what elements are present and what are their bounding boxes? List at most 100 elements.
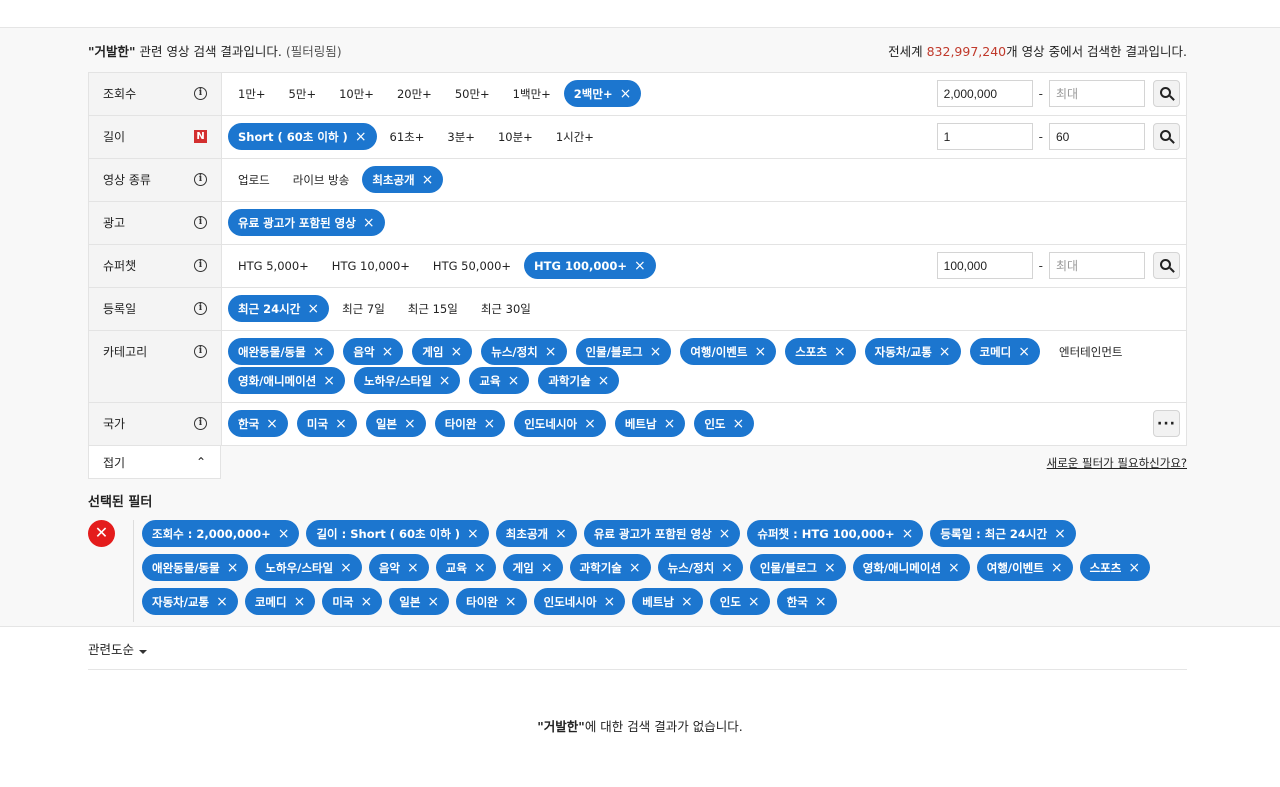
close-icon[interactable]: ×: [439, 374, 451, 388]
filter-chip[interactable]: 최초공개 ×: [495, 520, 577, 547]
filter-chip[interactable]: 교육 ×: [469, 367, 530, 394]
filter-option[interactable]: 1시간+: [546, 123, 604, 150]
filter-option[interactable]: 20만+: [387, 80, 442, 107]
filter-option[interactable]: 3분+: [437, 123, 485, 150]
filter-chip[interactable]: 일본 ×: [389, 588, 450, 615]
close-icon[interactable]: ×: [721, 561, 733, 575]
filter-chip[interactable]: 코메디 ×: [969, 338, 1040, 365]
close-icon[interactable]: ×: [541, 561, 553, 575]
filter-chip[interactable]: 타이완 ×: [434, 410, 506, 437]
close-icon[interactable]: ×: [555, 527, 567, 541]
close-icon[interactable]: ×: [1128, 561, 1140, 575]
filter-chip[interactable]: 인도네시아 ×: [533, 588, 626, 615]
close-icon[interactable]: ×: [355, 130, 367, 144]
close-icon[interactable]: ×: [422, 173, 434, 187]
info-icon[interactable]: i: [194, 302, 207, 315]
close-icon[interactable]: ×: [216, 595, 228, 609]
filter-chip[interactable]: 여행/이벤트 ×: [976, 554, 1073, 581]
sort-dropdown[interactable]: 관련도순: [88, 639, 148, 658]
collapse-button[interactable]: 접기 ⌃: [88, 446, 221, 479]
close-icon[interactable]: ×: [719, 527, 731, 541]
close-icon[interactable]: ×: [815, 595, 827, 609]
close-icon[interactable]: ×: [681, 595, 693, 609]
filter-option[interactable]: 업로드: [228, 166, 280, 193]
close-icon[interactable]: ×: [754, 345, 766, 359]
filter-chip[interactable]: 미국 ×: [296, 410, 357, 437]
filter-chip[interactable]: 게임 ×: [502, 554, 563, 581]
filter-chip[interactable]: 교육 ×: [435, 554, 496, 581]
close-icon[interactable]: ×: [824, 561, 836, 575]
filter-chip[interactable]: 영화/애니메이션 ×: [228, 367, 345, 394]
close-icon[interactable]: ×: [404, 417, 416, 431]
filter-option[interactable]: 61초+: [380, 123, 435, 150]
filter-option[interactable]: HTG 5,000+: [228, 252, 319, 279]
close-icon[interactable]: ×: [939, 345, 951, 359]
filter-chip[interactable]: 인물/블로그 ×: [575, 338, 672, 365]
filter-option[interactable]: 최근 15일: [398, 295, 468, 322]
filter-chip[interactable]: 노하우/스타일 ×: [354, 367, 461, 394]
close-icon[interactable]: ×: [483, 417, 495, 431]
filter-chip[interactable]: 음악 ×: [368, 554, 429, 581]
close-icon[interactable]: ×: [1054, 527, 1066, 541]
filter-option[interactable]: 라이브 방송: [283, 166, 360, 193]
filter-option[interactable]: 50만+: [445, 80, 500, 107]
filter-chip[interactable]: HTG 100,000+ ×: [524, 252, 656, 279]
filter-chip[interactable]: 인도 ×: [709, 588, 770, 615]
filter-chip[interactable]: 베트남 ×: [632, 588, 703, 615]
filter-option[interactable]: 최근 30일: [471, 295, 541, 322]
filter-option[interactable]: HTG 10,000+: [322, 252, 420, 279]
range-max-input[interactable]: [1049, 80, 1145, 107]
close-icon[interactable]: ×: [335, 417, 347, 431]
close-icon[interactable]: ×: [902, 527, 914, 541]
filter-chip[interactable]: 자동차/교통 ×: [864, 338, 961, 365]
filter-chip[interactable]: 길이 : Short ( 60초 이하 ) ×: [306, 520, 489, 547]
close-icon[interactable]: ×: [427, 595, 439, 609]
close-icon[interactable]: ×: [407, 561, 419, 575]
close-icon[interactable]: ×: [604, 595, 616, 609]
close-icon[interactable]: ×: [505, 595, 517, 609]
search-button[interactable]: [1153, 80, 1180, 107]
close-icon[interactable]: ×: [323, 374, 335, 388]
info-icon[interactable]: i: [194, 87, 207, 100]
filter-option[interactable]: 1백만+: [503, 80, 561, 107]
filter-chip[interactable]: 코메디 ×: [244, 588, 316, 615]
more-options-button[interactable]: ···: [1153, 410, 1180, 437]
filter-chip[interactable]: 영화/애니메이션 ×: [852, 554, 970, 581]
search-button[interactable]: [1153, 123, 1180, 150]
filter-option[interactable]: 5만+: [279, 80, 327, 107]
filter-chip[interactable]: 조회수 : 2,000,000+ ×: [142, 520, 300, 547]
filter-chip[interactable]: 한국 ×: [776, 588, 837, 615]
filter-chip[interactable]: 여행/이벤트 ×: [680, 338, 777, 365]
filter-chip[interactable]: 뉴스/정치 ×: [657, 554, 743, 581]
filter-option[interactable]: 1만+: [228, 80, 276, 107]
filter-chip[interactable]: 자동차/교통 ×: [142, 588, 238, 615]
filter-chip[interactable]: 타이완 ×: [456, 588, 527, 615]
close-icon[interactable]: ×: [294, 595, 306, 609]
range-min-input[interactable]: [936, 80, 1033, 107]
filter-chip[interactable]: Short ( 60초 이하 ) ×: [228, 123, 377, 150]
close-icon[interactable]: ×: [664, 417, 676, 431]
info-icon[interactable]: i: [194, 216, 207, 229]
filter-chip[interactable]: 게임 ×: [412, 338, 473, 365]
filter-chip[interactable]: 최초공개 ×: [362, 166, 444, 193]
filter-chip[interactable]: 음악 ×: [343, 338, 404, 365]
close-icon[interactable]: ×: [948, 561, 960, 575]
filter-chip[interactable]: 노하우/스타일 ×: [255, 554, 362, 581]
close-icon[interactable]: ×: [363, 216, 375, 230]
info-icon[interactable]: i: [194, 173, 207, 186]
filter-chip[interactable]: 인도 ×: [694, 410, 755, 437]
filter-chip[interactable]: 애완동물/동물 ×: [228, 338, 335, 365]
close-icon[interactable]: ×: [733, 417, 745, 431]
info-icon[interactable]: i: [194, 417, 207, 430]
filter-chip[interactable]: 슈퍼챗 : HTG 100,000+ ×: [747, 520, 924, 547]
filter-chip[interactable]: 유료 광고가 포함된 영상 ×: [228, 209, 385, 236]
filter-chip[interactable]: 인도네시아 ×: [514, 410, 606, 437]
filter-chip[interactable]: 2백만+ ×: [563, 80, 642, 107]
filter-option[interactable]: HTG 50,000+: [423, 252, 521, 279]
close-icon[interactable]: ×: [361, 595, 373, 609]
close-icon[interactable]: ×: [650, 345, 662, 359]
filter-chip[interactable]: 스포츠 ×: [785, 338, 856, 365]
close-icon[interactable]: ×: [508, 374, 520, 388]
filter-chip[interactable]: 애완동물/동물 ×: [142, 554, 249, 581]
search-button[interactable]: [1153, 252, 1180, 279]
